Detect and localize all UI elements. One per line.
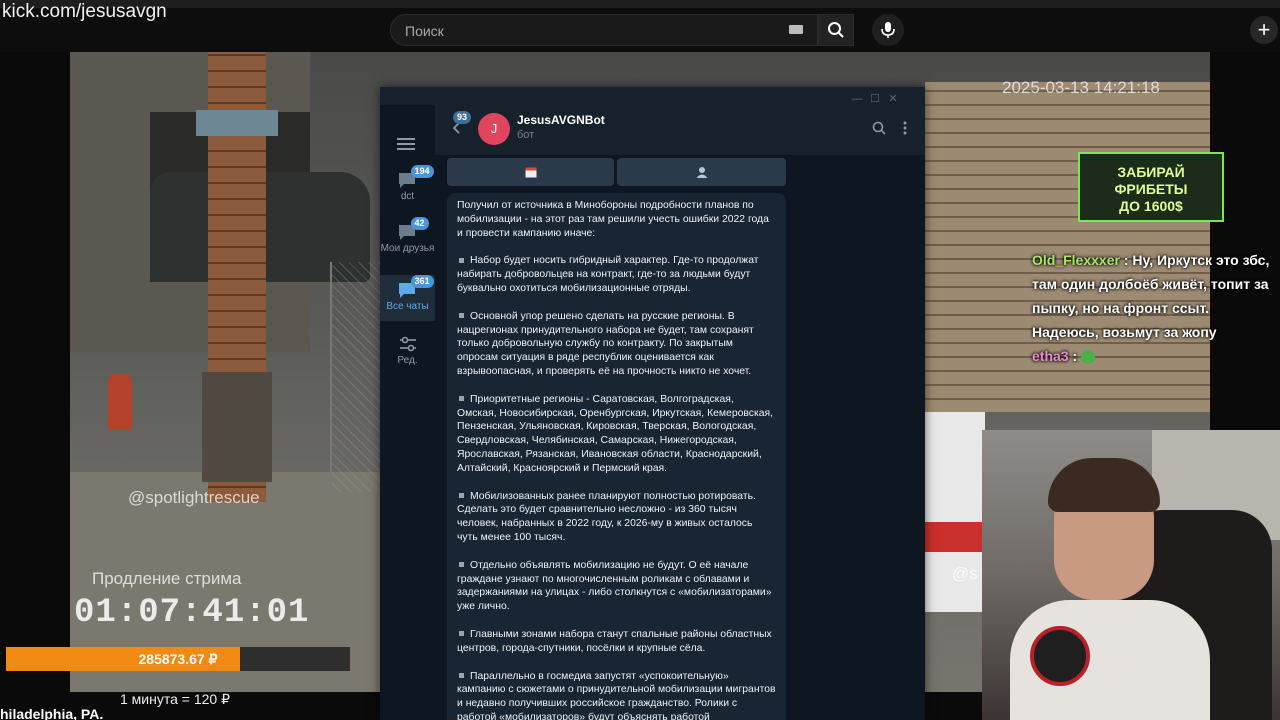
message-text: Основной упор решено сделать на русские …: [457, 310, 754, 377]
fire-hydrant: [108, 374, 132, 430]
folder-label: dct: [400, 191, 415, 202]
more-vertical-icon[interactable]: [902, 121, 908, 135]
streamer-hair: [1048, 458, 1160, 512]
donation-progress: 285873.67 ₽: [6, 647, 350, 671]
chat-title[interactable]: JesusAVGNBot: [517, 113, 605, 127]
folder-friends[interactable]: 42 Мои друзья: [380, 217, 435, 275]
calendar-button[interactable]: [447, 158, 614, 186]
profile-button[interactable]: [617, 158, 786, 186]
chat-subtitle: бот: [517, 129, 535, 141]
message-text: Параллельно в госмедиа запустят «успокои…: [457, 670, 776, 720]
promo-banner[interactable]: ЗАБИРАЙ ФРИБЕТЫ ДО 1600$: [1078, 152, 1224, 222]
bullet-icon: [459, 631, 464, 637]
donation-rate: 1 минута = 120 ₽: [120, 691, 231, 707]
microphone-icon: [881, 22, 895, 38]
bot-keyboard: [447, 158, 786, 186]
chat-separator: :: [1119, 252, 1133, 268]
calendar-icon: [525, 167, 536, 178]
folder-edit[interactable]: Ред.: [380, 335, 435, 377]
search-icon: [828, 22, 844, 38]
chat-separator: :: [1068, 348, 1082, 364]
police-stripe: [925, 522, 985, 552]
message-paragraph: Мобилизованных ранее планируют полностью…: [447, 490, 786, 545]
message-text: Главными зонами набора станут спальные р…: [457, 628, 772, 654]
search-button[interactable]: [818, 14, 854, 46]
user-icon: [696, 167, 707, 178]
voice-search-button[interactable]: [872, 14, 904, 46]
page-url[interactable]: kick.com/jesusavgn: [2, 1, 167, 23]
camera-timestamp: 2025-03-13 14:21:18: [1002, 78, 1160, 97]
bullet-icon: [459, 313, 464, 319]
donation-amount: 285873.67 ₽: [138, 651, 218, 667]
bullet-icon: [459, 492, 464, 498]
folder-badge: 194: [410, 165, 434, 178]
bullet-icon: [459, 561, 464, 567]
stream-video: 2025-03-13 14:21:18 @spotlightrescue @s …: [0, 52, 1280, 720]
promo-line-2: ФРИБЕТЫ: [1114, 181, 1188, 197]
chat-username: etha3: [1032, 348, 1069, 364]
telegram-window[interactable]: — ☐ ✕ 194 dct 42 Мои друзья 361 Все чаты Р…: [380, 87, 925, 720]
minimize-button[interactable]: —: [848, 93, 866, 105]
unread-badge[interactable]: 93: [453, 111, 472, 124]
folder-label: Ред.: [397, 355, 418, 366]
bullet-icon: [459, 672, 464, 678]
folder-all-chats[interactable]: 361 Все чаты: [380, 275, 435, 321]
folder-badge: 361: [410, 275, 434, 288]
column-cap: [196, 110, 278, 136]
stream-timer: 01:07:41:01: [74, 594, 310, 632]
browser-topbar: kick.com/jesusavgn +: [0, 0, 1280, 52]
camera-watermark: @spotlightrescue: [128, 488, 260, 507]
message-text: Мобилизованных ранее планируют полностью…: [457, 490, 756, 543]
message-text: Приоритетные регионы - Саратовская, Волг…: [457, 393, 774, 474]
folder-label: Мои друзья: [380, 243, 435, 254]
message-paragraph: Получил от источника в Минобороны подроб…: [457, 200, 769, 239]
message-paragraph: Параллельно в госмедиа запустят «успокои…: [447, 670, 786, 720]
chat-overlay: Old_Flexxxer : Ну, Иркутск это збс, там …: [1032, 248, 1270, 368]
folder-dct[interactable]: 194 dct: [380, 165, 435, 213]
message-paragraph: Отдельно объявлять мобилизацию не будут.…: [447, 559, 786, 614]
folder-label: Все чаты: [386, 301, 429, 312]
search-box[interactable]: [390, 14, 818, 46]
bullet-icon: [459, 257, 464, 263]
camera-location: hiladelphia, PA.: [0, 706, 104, 720]
chat-username: Old_Flexxxer: [1032, 252, 1120, 268]
bot-message: Получил от источника в Минобороны подроб…: [447, 193, 786, 720]
chat-message: etha3 :: [1032, 344, 1270, 368]
search-icon[interactable]: [872, 121, 886, 135]
topbar-strip: [0, 0, 1280, 8]
folder-badge: 42: [410, 217, 429, 230]
maximize-button[interactable]: ☐: [866, 92, 884, 105]
create-button[interactable]: +: [1250, 16, 1278, 44]
bullet-icon: [459, 396, 464, 402]
message-text: Отдельно объявлять мобилизацию не будут.…: [457, 559, 772, 613]
message-paragraph: Приоритетные регионы - Саратовская, Волг…: [447, 393, 786, 476]
fence: [330, 262, 382, 492]
window-controls: — ☐ ✕: [848, 89, 923, 105]
camera-watermark-right: @s: [952, 564, 978, 583]
promo-line-3: ДО 1600$: [1119, 198, 1183, 214]
hamburger-icon: [397, 138, 415, 150]
message-paragraph: Набор будет носить гибридный характер. Г…: [447, 254, 786, 295]
extension-label: Продление стрима: [92, 569, 242, 588]
message-text: Набор будет носить гибридный характер. Г…: [457, 255, 759, 294]
folder-sidebar: 194 dct 42 Мои друзья 361 Все чаты Ред.: [380, 105, 435, 720]
message-paragraph: Основной упор решено сделать на русские …: [447, 310, 786, 379]
keyboard-icon[interactable]: [789, 25, 803, 34]
promo-line-1: ЗАБИРАЙ: [1117, 164, 1185, 180]
emote-icon: [1081, 350, 1096, 365]
menu-button[interactable]: [397, 137, 415, 156]
message-paragraph: Главными зонами набора станут спальные р…: [447, 628, 786, 656]
chat-message: Old_Flexxxer : Ну, Иркутск это збс, там …: [1032, 248, 1270, 344]
webcam-overlay: [982, 430, 1280, 720]
microphone: [1030, 626, 1090, 686]
sliders-icon: [399, 336, 416, 352]
search-input[interactable]: [403, 20, 777, 42]
close-button[interactable]: ✕: [884, 92, 902, 105]
column-base: [202, 372, 272, 482]
chat-avatar[interactable]: J: [478, 113, 510, 145]
